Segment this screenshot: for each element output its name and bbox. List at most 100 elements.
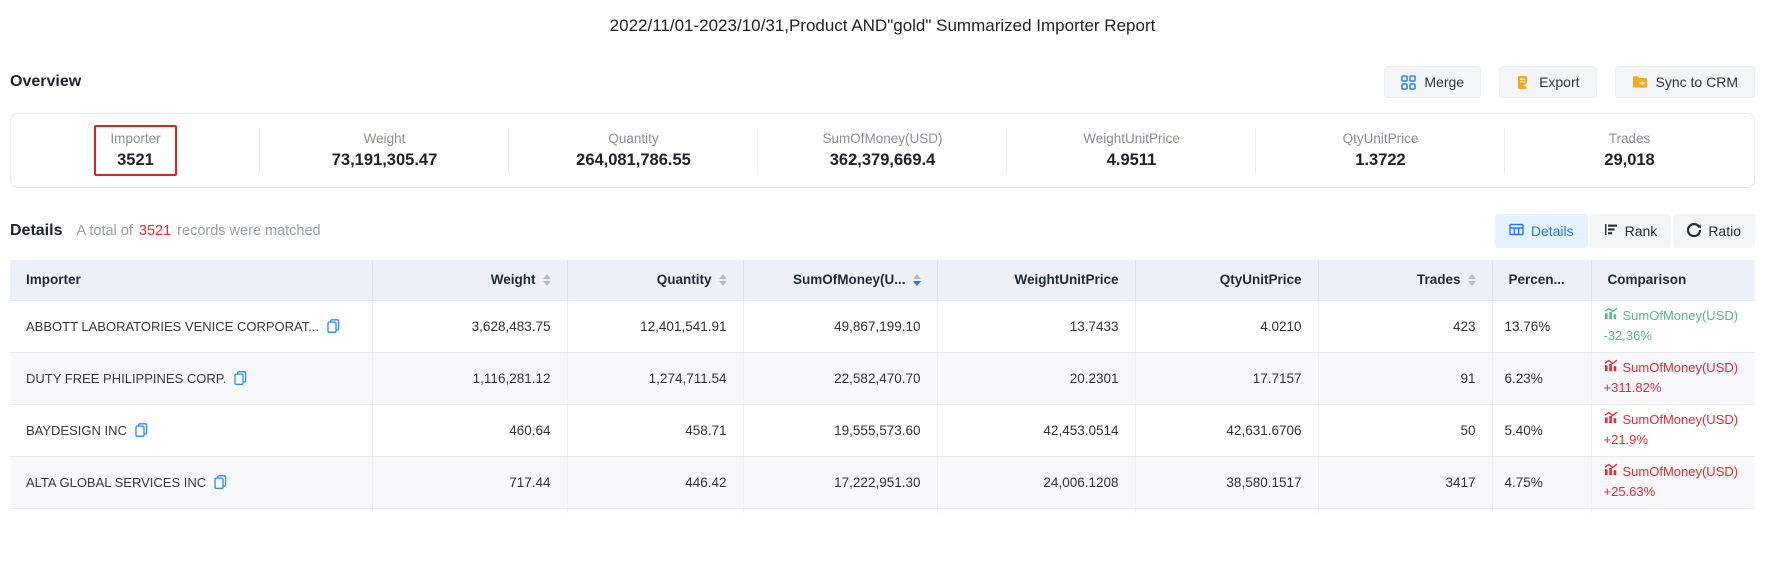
comparison-change-value: -32.36% bbox=[1604, 326, 1740, 346]
column-header-importer: Importer bbox=[10, 260, 372, 300]
match-summary: A total of3521records were matched bbox=[76, 223, 320, 239]
copy-icon[interactable] bbox=[234, 371, 247, 385]
comparison-metric-label: SumOfMoney(USD) bbox=[1623, 306, 1739, 326]
importer-name: DUTY FREE PHILIPPINES CORP. bbox=[26, 371, 226, 386]
table-row[interactable]: ABBOTT LABORATORIES VENICE CORPORAT... 3… bbox=[10, 300, 1755, 352]
stat-label: Trades bbox=[1609, 131, 1651, 146]
sync-folder-icon bbox=[1632, 75, 1648, 89]
sort-carets-icon[interactable] bbox=[913, 274, 921, 286]
overview-stat: WeightUnitPrice 4.9511 bbox=[1007, 114, 1256, 187]
details-table: Importer Weight Quantity SumOfMoney(U...… bbox=[10, 260, 1755, 513]
export-button-label: Export bbox=[1539, 74, 1579, 90]
details-table-wrap: Importer Weight Quantity SumOfMoney(U...… bbox=[10, 260, 1755, 513]
trend-chart-icon bbox=[1604, 462, 1618, 482]
stat-value: 264,081,786.55 bbox=[576, 151, 691, 170]
column-header-weight[interactable]: Weight bbox=[372, 260, 567, 300]
quantity-cell: 446.42 bbox=[567, 456, 743, 508]
table-icon bbox=[1509, 223, 1524, 239]
column-header-quantity[interactable]: Quantity bbox=[567, 260, 743, 300]
trades-cell: 3417 bbox=[1318, 456, 1492, 508]
copy-icon[interactable] bbox=[214, 475, 227, 489]
comparison-change-value: +311.82% bbox=[1604, 378, 1740, 398]
overview-stats-card: Importer 3521 Weight 73,191,305.47 Quant… bbox=[10, 113, 1755, 188]
stat-label: QtyUnitPrice bbox=[1343, 131, 1419, 146]
comparison-cell: SumOfMoney(USD) -32.36% bbox=[1591, 300, 1755, 352]
percent-cell: 6.23% bbox=[1492, 352, 1591, 404]
sort-carets-icon[interactable] bbox=[543, 274, 551, 286]
copy-icon[interactable] bbox=[135, 423, 148, 437]
percent-cell: 13.76% bbox=[1492, 300, 1591, 352]
column-header-comparison: Comparison bbox=[1591, 260, 1755, 300]
overview-stat: Quantity 264,081,786.55 bbox=[509, 114, 758, 187]
merge-button-label: Merge bbox=[1424, 74, 1464, 90]
weight-unit-price-cell: 13.7433 bbox=[937, 300, 1135, 352]
comparison-metric-label: SumOfMoney(USD) bbox=[1623, 410, 1739, 430]
sync-to-crm-button[interactable]: Sync to CRM bbox=[1615, 66, 1755, 98]
stat-label: Importer bbox=[110, 131, 160, 146]
match-count: 3521 bbox=[139, 223, 171, 239]
table-row[interactable]: ALTA GLOBAL SERVICES INC 717.44 446.42 1… bbox=[10, 456, 1755, 508]
copy-icon[interactable] bbox=[327, 319, 340, 333]
details-heading: Details bbox=[10, 222, 62, 240]
sum-of-money-cell: 49,867,199.10 bbox=[743, 300, 937, 352]
sort-carets-icon[interactable] bbox=[719, 274, 727, 286]
toolbar-row: Overview Merge Export Sync to CRM bbox=[10, 66, 1755, 98]
stat-value: 29,018 bbox=[1604, 151, 1654, 170]
overview-stat: Weight 73,191,305.47 bbox=[260, 114, 509, 187]
merge-icon bbox=[1401, 75, 1416, 90]
comparison-change-value: +21.9% bbox=[1604, 430, 1740, 450]
export-icon bbox=[1516, 75, 1531, 90]
overview-stat: QtyUnitPrice 1.3722 bbox=[1256, 114, 1505, 187]
stat-value: 362,379,669.4 bbox=[830, 151, 936, 170]
stat-label: WeightUnitPrice bbox=[1083, 131, 1180, 146]
weight-cell: 460.64 bbox=[372, 404, 567, 456]
sum-of-money-cell: 17,222,951.30 bbox=[743, 456, 937, 508]
ratio-icon bbox=[1687, 223, 1701, 240]
table-row[interactable]: BAYDESIGN INC 460.64 458.71 19,555,573.6… bbox=[10, 404, 1755, 456]
partial-table-row bbox=[10, 508, 1755, 513]
column-header-label: Trades bbox=[1417, 272, 1461, 287]
tab-details[interactable]: Details bbox=[1495, 214, 1588, 248]
details-header-row: Details A total of3521records were match… bbox=[10, 214, 1755, 248]
overview-stat: Importer 3521 bbox=[11, 114, 260, 187]
overview-stat: Trades 29,018 bbox=[1505, 114, 1754, 187]
export-button[interactable]: Export bbox=[1499, 66, 1596, 98]
sort-carets-icon[interactable] bbox=[1468, 274, 1476, 286]
column-header-label: SumOfMoney(U... bbox=[793, 272, 906, 287]
stat-value: 73,191,305.47 bbox=[332, 151, 438, 170]
column-header-trades[interactable]: Trades bbox=[1318, 260, 1492, 300]
qty-unit-price-cell: 42,631.6706 bbox=[1135, 404, 1318, 456]
stat-value: 1.3722 bbox=[1355, 151, 1405, 170]
match-prefix: A total of bbox=[76, 223, 132, 239]
stat-value: 4.9511 bbox=[1107, 151, 1157, 170]
weight-unit-price-cell: 24,006.1208 bbox=[937, 456, 1135, 508]
qty-unit-price-cell: 4.0210 bbox=[1135, 300, 1318, 352]
importer-name: ABBOTT LABORATORIES VENICE CORPORAT... bbox=[26, 319, 319, 334]
weight-cell: 1,116,281.12 bbox=[372, 352, 567, 404]
importer-stat-highlight-box: Importer 3521 bbox=[94, 125, 176, 176]
comparison-cell: SumOfMoney(USD) +25.63% bbox=[1591, 456, 1755, 508]
merge-button[interactable]: Merge bbox=[1384, 66, 1481, 98]
table-row[interactable]: DUTY FREE PHILIPPINES CORP. 1,116,281.12… bbox=[10, 352, 1755, 404]
column-header-percen: Percen... bbox=[1492, 260, 1591, 300]
column-header-label: Importer bbox=[26, 272, 81, 287]
tab-ratio[interactable]: Ratio bbox=[1673, 214, 1755, 248]
percent-cell: 4.75% bbox=[1492, 456, 1591, 508]
tab-rank[interactable]: Rank bbox=[1590, 214, 1672, 248]
trend-chart-icon bbox=[1604, 410, 1618, 430]
qty-unit-price-cell: 17.7157 bbox=[1135, 352, 1318, 404]
trend-chart-icon bbox=[1604, 358, 1618, 378]
column-header-sumofmoney-u[interactable]: SumOfMoney(U... bbox=[743, 260, 937, 300]
comparison-cell: SumOfMoney(USD) +311.82% bbox=[1591, 352, 1755, 404]
weight-cell: 3,628,483.75 bbox=[372, 300, 567, 352]
importer-name: BAYDESIGN INC bbox=[26, 423, 127, 438]
quantity-cell: 458.71 bbox=[567, 404, 743, 456]
trades-cell: 423 bbox=[1318, 300, 1492, 352]
column-header-qtyunitprice: QtyUnitPrice bbox=[1135, 260, 1318, 300]
column-header-weightunitprice: WeightUnitPrice bbox=[937, 260, 1135, 300]
column-header-label: Comparison bbox=[1608, 272, 1687, 287]
stat-value: 3521 bbox=[117, 151, 154, 170]
table-header-row: Importer Weight Quantity SumOfMoney(U...… bbox=[10, 260, 1755, 300]
column-header-label: Quantity bbox=[657, 272, 712, 287]
page-title: 2022/11/01-2023/10/31,Product AND"gold" … bbox=[0, 0, 1765, 36]
